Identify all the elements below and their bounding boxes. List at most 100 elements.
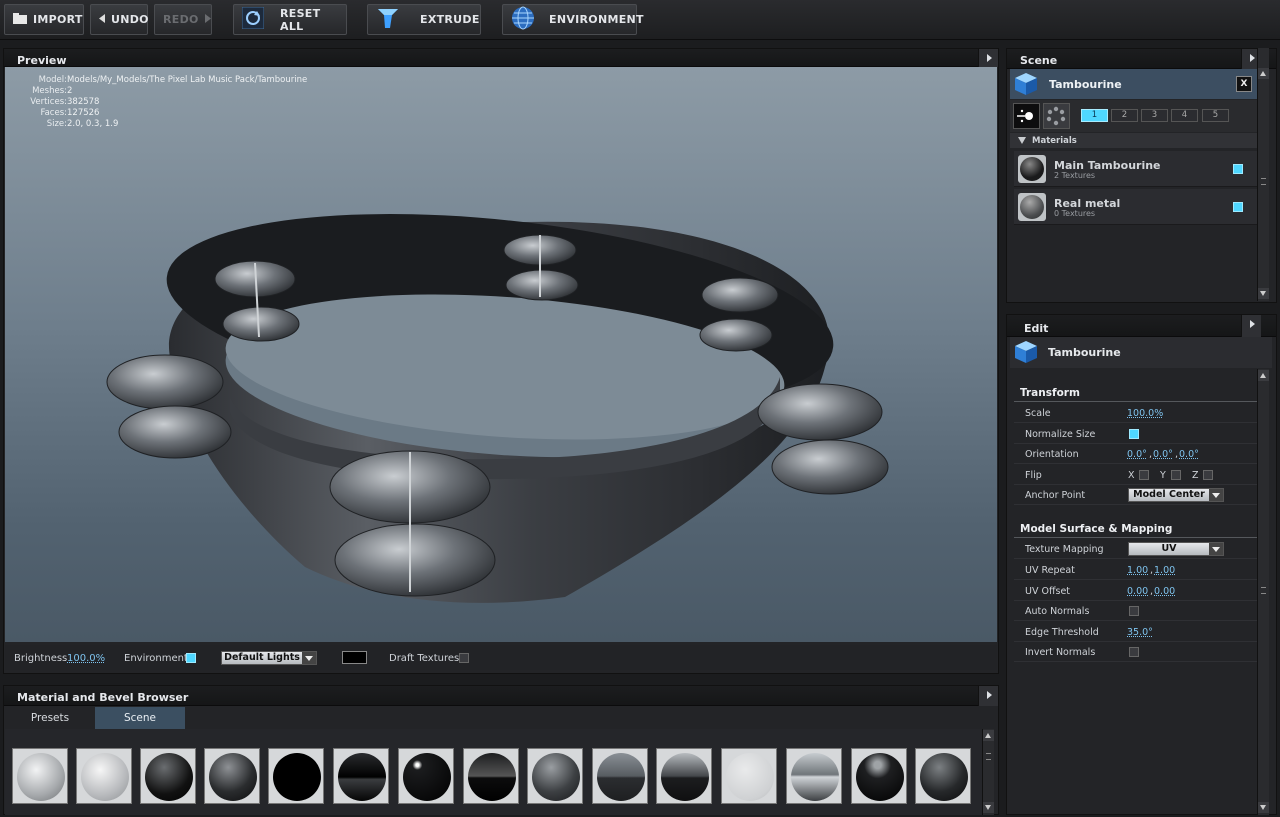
- material-visible-checkbox[interactable]: [1233, 202, 1243, 212]
- material-swatch[interactable]: [140, 748, 196, 804]
- flip-x-checkbox[interactable]: [1139, 470, 1149, 480]
- material-swatch[interactable]: [12, 748, 68, 804]
- scroll-up-icon[interactable]: [983, 730, 994, 741]
- layer-button-3[interactable]: 3: [1141, 109, 1168, 122]
- normalize-size-checkbox[interactable]: [1129, 429, 1139, 439]
- cube-icon: [1015, 73, 1037, 95]
- collapse-triangle-icon: [1018, 137, 1026, 144]
- scene-scrollbar[interactable]: [1257, 48, 1269, 301]
- edit-object-name: Tambourine: [1048, 346, 1121, 359]
- orientation-row: Orientation 0.0° , 0.0° , 0.0°: [1014, 444, 1257, 464]
- surface-section-title: Model Surface & Mapping: [1020, 523, 1173, 535]
- redo-button[interactable]: REDO: [154, 4, 212, 35]
- scale-value[interactable]: 100.0%: [1127, 408, 1163, 419]
- section-divider: [1014, 537, 1257, 538]
- flip-label: Flip: [1025, 470, 1042, 481]
- material-swatch[interactable]: [915, 748, 971, 804]
- scale-row: Scale 100.0%: [1014, 403, 1257, 423]
- anchor-point-row: Anchor Point Model Center: [1014, 485, 1257, 505]
- material-swatch[interactable]: [204, 748, 260, 804]
- orientation-x[interactable]: 0.0°: [1127, 449, 1147, 460]
- reset-all-label: RESET ALL: [280, 6, 321, 33]
- edge-threshold-value[interactable]: 35.0°: [1127, 627, 1153, 638]
- anchor-point-label: Anchor Point: [1025, 490, 1086, 501]
- reset-all-button[interactable]: RESET ALL: [233, 4, 347, 35]
- flip-row: Flip X Y Z: [1014, 465, 1257, 485]
- uv-repeat-u[interactable]: 1.00: [1127, 565, 1148, 576]
- layer-button-4[interactable]: 4: [1171, 109, 1198, 122]
- material-swatch[interactable]: [851, 748, 907, 804]
- object-mode-button[interactable]: [1013, 103, 1040, 129]
- 3d-viewport[interactable]: Model: Meshes: Vertices: Faces: Size: Mo…: [5, 67, 997, 642]
- material-swatch[interactable]: [333, 748, 389, 804]
- texture-mapping-label: Texture Mapping: [1025, 544, 1104, 555]
- close-button[interactable]: X: [1236, 76, 1252, 92]
- edit-scrollbar[interactable]: [1257, 369, 1269, 815]
- scroll-up-icon[interactable]: [1258, 370, 1269, 381]
- browser-expand-button[interactable]: [978, 686, 998, 706]
- globe-icon: [511, 6, 535, 33]
- material-swatch[interactable]: [721, 748, 777, 804]
- draft-textures-checkbox[interactable]: [459, 653, 469, 663]
- environment-checkbox[interactable]: [186, 653, 196, 663]
- redo-label: REDO: [163, 13, 199, 26]
- browser-title: Material and Bevel Browser: [17, 691, 189, 704]
- uv-offset-u[interactable]: 0.00: [1127, 586, 1148, 597]
- material-swatch[interactable]: [656, 748, 712, 804]
- tab-presets[interactable]: Presets: [5, 707, 95, 729]
- environment-button[interactable]: ENVIRONMENT: [502, 4, 644, 35]
- scene-object-row[interactable]: Tambourine X: [1010, 69, 1257, 99]
- extrude-button[interactable]: EXTRUDE: [367, 4, 481, 35]
- invert-normals-checkbox[interactable]: [1129, 647, 1139, 657]
- edit-expand-button[interactable]: [1241, 315, 1261, 337]
- material-row[interactable]: Real metal 0 Textures: [1014, 189, 1257, 225]
- uv-repeat-v[interactable]: 1.00: [1154, 565, 1175, 576]
- layer-button-2[interactable]: 2: [1111, 109, 1138, 122]
- material-swatch[interactable]: [592, 748, 648, 804]
- orientation-y[interactable]: 0.0°: [1153, 449, 1173, 460]
- browser-scrollbar[interactable]: [982, 729, 994, 815]
- group-mode-button[interactable]: [1043, 103, 1070, 129]
- environment-option-label: Environment: [124, 653, 188, 664]
- arrow-left-icon: [99, 13, 105, 26]
- uv-offset-v[interactable]: 0.00: [1154, 586, 1175, 597]
- materials-header[interactable]: Materials: [1010, 133, 1257, 148]
- scroll-down-icon[interactable]: [983, 802, 994, 813]
- tab-scene[interactable]: Scene: [95, 707, 185, 729]
- material-swatch[interactable]: [786, 748, 842, 804]
- undo-button[interactable]: UNDO: [90, 4, 149, 35]
- layer-button-5[interactable]: 5: [1202, 109, 1229, 122]
- material-swatch[interactable]: [398, 748, 454, 804]
- edit-header: Edit: [1007, 315, 1276, 337]
- material-row[interactable]: Main Tambourine 2 Textures: [1014, 151, 1257, 187]
- material-swatch[interactable]: [527, 748, 583, 804]
- scroll-down-icon[interactable]: [1258, 288, 1269, 299]
- scroll-up-icon[interactable]: [1258, 68, 1269, 79]
- scroll-grip[interactable]: [1261, 178, 1266, 185]
- material-swatch[interactable]: [76, 748, 132, 804]
- material-swatch[interactable]: [463, 748, 519, 804]
- layer-button-1[interactable]: 1: [1081, 109, 1108, 122]
- uv-offset-row: UV Offset 0.00 , 0.00: [1014, 581, 1257, 601]
- normalize-size-row: Normalize Size: [1014, 424, 1257, 444]
- background-color-swatch[interactable]: [342, 651, 367, 664]
- brightness-label: Brightness: [14, 653, 68, 664]
- texture-mapping-dropdown[interactable]: UV: [1128, 542, 1224, 556]
- auto-normals-checkbox[interactable]: [1129, 606, 1139, 616]
- material-swatch[interactable]: [268, 748, 324, 804]
- orientation-z[interactable]: 0.0°: [1179, 449, 1199, 460]
- import-button[interactable]: IMPORT: [4, 4, 84, 35]
- brightness-value[interactable]: 100.0%: [67, 653, 105, 664]
- lights-dropdown[interactable]: Default Lights: [221, 651, 317, 665]
- scroll-down-icon[interactable]: [1258, 802, 1269, 813]
- scroll-grip[interactable]: [986, 753, 991, 760]
- material-thumbnail: [1018, 193, 1046, 221]
- flip-z-checkbox[interactable]: [1203, 470, 1213, 480]
- auto-normals-label: Auto Normals: [1025, 606, 1090, 617]
- scroll-grip[interactable]: [1261, 587, 1266, 594]
- flip-y-checkbox[interactable]: [1171, 470, 1181, 480]
- material-visible-checkbox[interactable]: [1233, 164, 1243, 174]
- preview-expand-button[interactable]: [978, 49, 998, 67]
- import-label: IMPORT: [33, 13, 83, 26]
- anchor-point-dropdown[interactable]: Model Center: [1128, 488, 1224, 502]
